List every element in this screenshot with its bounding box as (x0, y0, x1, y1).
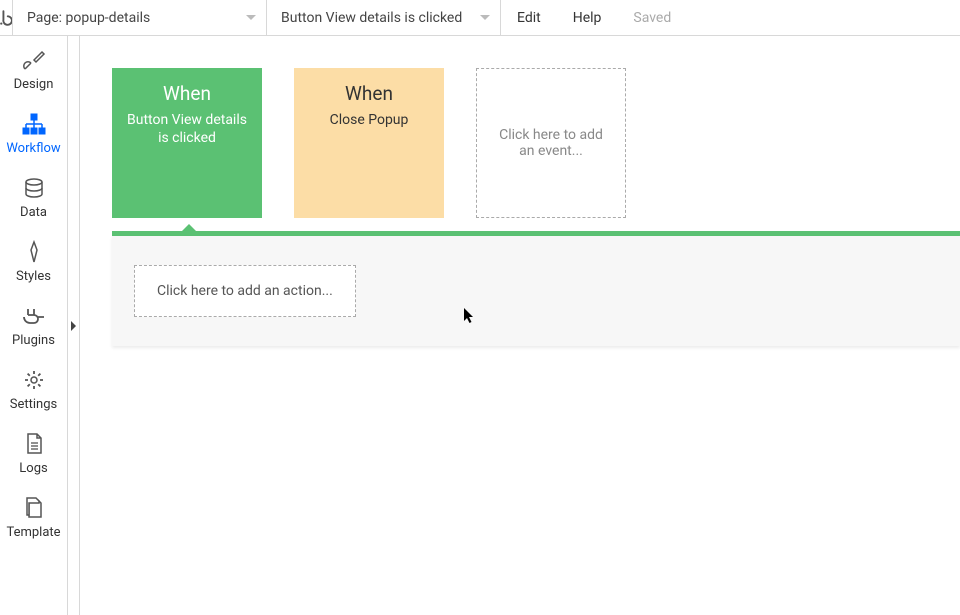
add-action-label: Click here to add an action... (157, 283, 333, 299)
event-when-label: When (302, 82, 436, 105)
styles-icon (23, 237, 45, 267)
sidebar-item-styles[interactable]: Styles (0, 228, 67, 292)
sidebar-item-label: Logs (19, 461, 47, 476)
sidebar-item-data[interactable]: Data (0, 164, 67, 228)
workflow-event-card[interactable]: When Close Popup (294, 68, 444, 218)
saved-indicator: Saved (617, 10, 687, 26)
chevron-down-icon (246, 15, 256, 20)
sidebar-item-label: Plugins (12, 333, 55, 348)
sidebar-item-label: Design (14, 77, 54, 92)
event-description: Close Popup (302, 111, 436, 129)
sidebar-item-label: Template (6, 525, 60, 540)
action-panel: Click here to add an action... (112, 236, 960, 346)
plugins-icon (22, 301, 46, 331)
sidebar-expand-handle[interactable] (68, 36, 80, 615)
bubble-logo (0, 0, 12, 36)
sidebar-item-label: Styles (16, 269, 51, 284)
event-selector-label: Button View details is clicked (281, 10, 462, 26)
page-selector-dropdown[interactable]: Page: popup-details (12, 0, 267, 36)
data-icon (23, 173, 45, 203)
sidebar-item-label: Data (20, 205, 47, 220)
sidebar-item-design[interactable]: Design (0, 36, 67, 100)
sidebar-item-logs[interactable]: Logs (0, 420, 67, 484)
edit-link[interactable]: Edit (501, 10, 557, 26)
add-event-button[interactable]: Click here to add an event... (476, 68, 626, 218)
event-description: Button View details is clicked (120, 111, 254, 147)
settings-icon (23, 365, 45, 395)
sidebar-item-label: Workflow (6, 141, 60, 156)
sidebar-item-template[interactable]: Template (0, 484, 67, 548)
sidebar-item-label: Settings (10, 397, 57, 412)
add-event-label: Click here to add an event... (495, 127, 607, 159)
workflow-icon (21, 109, 47, 139)
workflow-event-card-selected[interactable]: When Button View details is clicked (112, 68, 262, 218)
page-selector-label: Page: popup-details (27, 10, 150, 26)
sidebar-item-plugins[interactable]: Plugins (0, 292, 67, 356)
event-when-label: When (120, 82, 254, 105)
sidebar-item-settings[interactable]: Settings (0, 356, 67, 420)
chevron-down-icon (480, 15, 490, 20)
event-selector-dropdown[interactable]: Button View details is clicked (267, 0, 501, 36)
logs-icon (24, 429, 44, 459)
help-link[interactable]: Help (557, 10, 618, 26)
sidebar-item-workflow[interactable]: Workflow (0, 100, 67, 164)
template-icon (23, 493, 45, 523)
chevron-right-icon (71, 321, 76, 331)
design-icon (22, 45, 46, 75)
add-action-button[interactable]: Click here to add an action... (134, 265, 356, 317)
